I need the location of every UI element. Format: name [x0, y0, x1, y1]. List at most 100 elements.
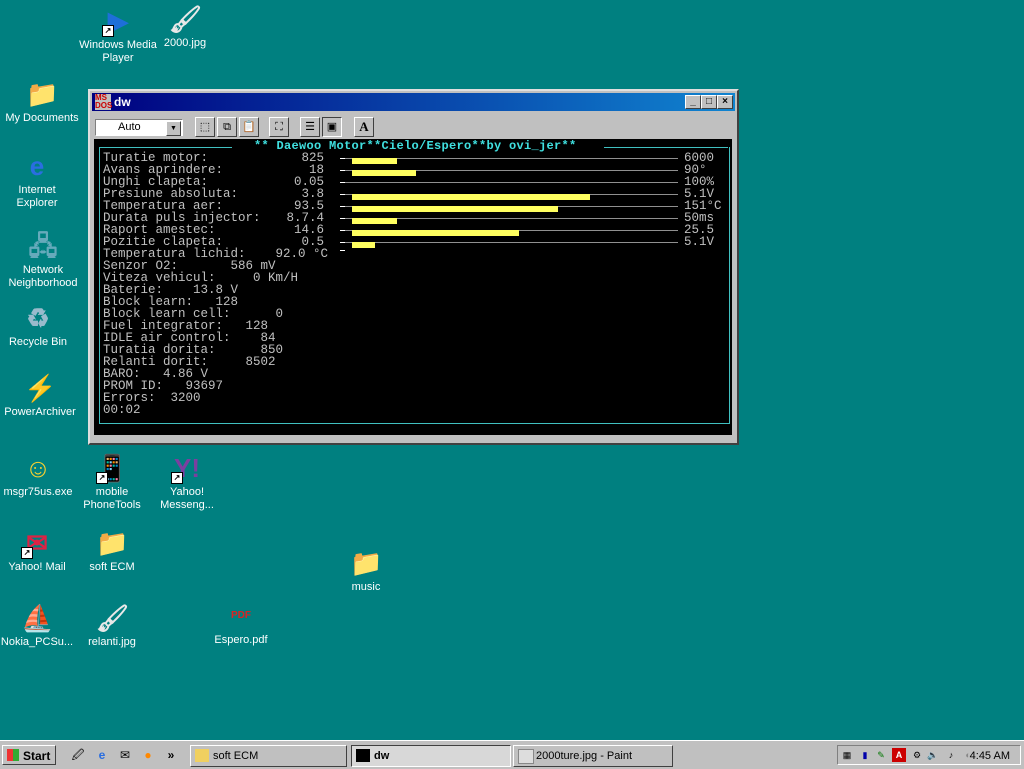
- my-documents-icon: 📁: [26, 79, 59, 109]
- msdos-icon: [356, 749, 370, 762]
- tray-battery-icon[interactable]: ▮: [858, 748, 872, 762]
- task-soft-ecm[interactable]: soft ECM: [190, 745, 347, 767]
- start-button[interactable]: Start: [2, 745, 56, 765]
- gauge-bar: [352, 194, 590, 200]
- icon-label: soft ECM: [89, 561, 135, 573]
- shortcut-arrow-icon: ↗: [102, 25, 114, 37]
- yahoo-messenger-icon: Y! ↗: [171, 452, 203, 484]
- window-title: dw: [114, 95, 131, 109]
- gauge-bar: [352, 242, 375, 248]
- internet-explorer-shortcut[interactable]: e Internet Explorer: [0, 150, 77, 210]
- jpg-2000-shortcut[interactable]: 🖌 2000.jpg: [145, 3, 225, 50]
- nokia-pcsuite-icon: ⛵: [21, 603, 54, 633]
- system-tray: ▦ ▮ ✎ A ⚙ 🔈 ♪ ◐ 4:45 AM: [837, 745, 1021, 765]
- icon-label: relanti.jpg: [88, 636, 136, 648]
- gauge-tick: [340, 218, 345, 219]
- gauge-track: [340, 242, 678, 243]
- yahoo-messenger-shortcut[interactable]: Y! ↗ Yahoo! Messeng...: [147, 452, 227, 512]
- soft-ecm-folder-shortcut[interactable]: 📁 soft ECM: [72, 527, 152, 574]
- task-label: 2000ture.jpg - Paint: [536, 750, 633, 762]
- quicklaunch-overflow-icon[interactable]: »: [163, 747, 179, 763]
- gauge-tick: [340, 158, 345, 159]
- clock[interactable]: 4:45 AM: [970, 750, 1010, 762]
- jpg-2000-icon: 🖌: [169, 4, 203, 34]
- taskbar: Start 🖉 e ✉ ● » soft ECM dw 2000ture.jpg…: [0, 740, 1024, 769]
- recycle-bin-icon: ♻: [26, 303, 50, 333]
- task-paint[interactable]: 2000ture.jpg - Paint: [513, 745, 673, 767]
- powerarchiver-icon: ⚡: [24, 373, 57, 403]
- properties-icon[interactable]: ☰: [300, 117, 320, 137]
- espero-pdf-shortcut[interactable]: PDF Espero.pdf: [201, 600, 281, 647]
- msgr75us-icon: ☺: [24, 453, 52, 483]
- gauge-tick: [340, 250, 345, 251]
- gauge-bar: [352, 158, 397, 164]
- readout-line: 00:02: [103, 403, 141, 417]
- gauge-bar: [352, 218, 397, 224]
- icon-label: Network Neighborhood: [8, 264, 78, 289]
- chevron-down-icon[interactable]: ▼: [166, 121, 181, 136]
- gauge-max: 5.1V: [684, 235, 715, 249]
- icon-label: Espero.pdf: [214, 634, 268, 646]
- folder-icon: [195, 749, 209, 762]
- icon-label: My Documents: [5, 112, 79, 124]
- network-neighborhood-shortcut[interactable]: 🖧 Network Neighborhood: [3, 230, 83, 290]
- mobile-phonetools-shortcut[interactable]: 📱 ↗ mobile PhoneTools: [72, 452, 152, 512]
- start-label: Start: [23, 749, 51, 763]
- task-dw[interactable]: dw: [351, 745, 511, 767]
- media-player-quicklaunch-icon[interactable]: ●: [140, 747, 156, 763]
- dos-window: MS DOS dw _ □ × Auto ▼ ⬚ ⧉ 📋 ⛶ ☰ ▣ A ** D…: [88, 89, 739, 445]
- shortcut-arrow-icon: ↗: [21, 547, 33, 559]
- msdos-icon[interactable]: MS DOS: [95, 94, 112, 110]
- gauge-tick: [340, 230, 345, 231]
- copy-icon[interactable]: ⧉: [217, 117, 237, 137]
- gauge-bar: [352, 230, 519, 236]
- font-icon[interactable]: A: [354, 117, 374, 137]
- icon-label: Nokia_PCSu...: [0, 636, 74, 648]
- icon-label: msgr75us.exe: [3, 486, 73, 498]
- msgr75us-shortcut[interactable]: ☺ msgr75us.exe: [0, 452, 78, 499]
- maximize-button[interactable]: □: [701, 95, 717, 109]
- show-desktop-icon[interactable]: 🖉: [70, 747, 86, 763]
- icon-label: Internet Explorer: [16, 184, 58, 209]
- mobile-phonetools-icon: 📱 ↗: [96, 453, 129, 484]
- music-folder-icon: 📁: [350, 548, 383, 578]
- relanti-jpg-shortcut[interactable]: 🖌 relanti.jpg: [72, 602, 152, 649]
- icon-label: Yahoo! Mail: [8, 561, 66, 573]
- tray-app-icon[interactable]: ⚙: [910, 748, 924, 762]
- relanti-jpg-icon: 🖌: [96, 603, 130, 633]
- font-size-value: Auto: [118, 121, 141, 133]
- yahoo-mail-icon: ✉ ↗: [21, 527, 53, 559]
- windows-logo-icon: [7, 749, 19, 761]
- font-size-select[interactable]: Auto ▼: [95, 119, 183, 136]
- network-neighborhood-icon: 🖧: [28, 231, 58, 261]
- toolbar: Auto ▼ ⬚ ⧉ 📋 ⛶ ☰ ▣ A: [92, 113, 735, 139]
- minimize-button[interactable]: _: [685, 95, 701, 109]
- close-button[interactable]: ×: [717, 95, 733, 109]
- background-icon[interactable]: ▣: [322, 117, 342, 137]
- tray-network-icon[interactable]: ▦: [840, 748, 854, 762]
- internet-explorer-quicklaunch-icon[interactable]: e: [94, 747, 110, 763]
- tray-tool-icon[interactable]: ✎: [874, 748, 888, 762]
- volume-icon[interactable]: 🔈: [926, 748, 940, 762]
- espero-pdf-icon: PDF: [231, 610, 251, 621]
- my-documents-shortcut[interactable]: 📁 My Documents: [2, 78, 82, 125]
- powerarchiver-shortcut[interactable]: ⚡ PowerArchiver: [0, 372, 80, 419]
- full-screen-icon[interactable]: ⛶: [269, 117, 289, 137]
- tray-ati-icon[interactable]: A: [892, 748, 906, 762]
- icon-label: PowerArchiver: [4, 406, 76, 418]
- task-label: dw: [374, 750, 390, 762]
- outlook-express-icon[interactable]: ✉: [117, 747, 133, 763]
- title-bar[interactable]: MS DOS dw _ □ ×: [92, 93, 735, 111]
- music-folder-shortcut[interactable]: 📁 music: [326, 547, 406, 594]
- yahoo-mail-shortcut[interactable]: ✉ ↗ Yahoo! Mail: [0, 527, 77, 574]
- mark-icon[interactable]: ⬚: [195, 117, 215, 137]
- console-screen[interactable]: ** Daewoo Motor**Cielo/Espero**by ovi_je…: [94, 139, 732, 435]
- icon-label: Recycle Bin: [8, 336, 68, 348]
- gauge-bar: [352, 170, 416, 176]
- tray-mixer-icon[interactable]: ♪: [944, 748, 958, 762]
- nokia-pcsuite-shortcut[interactable]: ⛵ Nokia_PCSu...: [0, 602, 77, 649]
- recycle-bin-shortcut[interactable]: ♻ Recycle Bin: [0, 302, 78, 349]
- paste-icon[interactable]: 📋: [239, 117, 259, 137]
- gauge-tick: [340, 182, 345, 183]
- soft-ecm-folder-icon: 📁: [96, 528, 129, 558]
